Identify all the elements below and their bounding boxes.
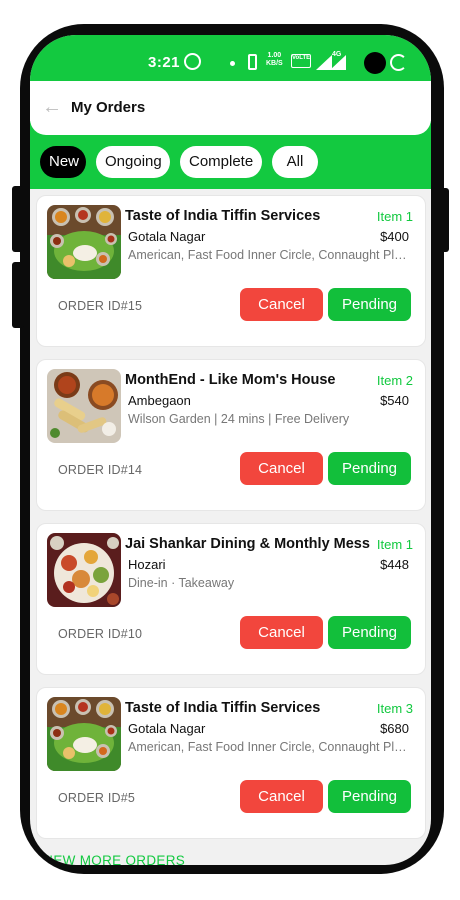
pending-button[interactable]: Pending <box>328 288 411 321</box>
loading-icon <box>390 54 407 71</box>
restaurant-name: MonthEnd - Like Mom's House <box>125 372 336 388</box>
notification-dot-icon <box>230 61 235 66</box>
front-camera <box>364 52 386 74</box>
status-bar: 3:21 1.00 KB/S VoLTE 4G <box>30 35 431 81</box>
item-count: Item 1 <box>376 537 413 552</box>
page-title: My Orders <box>71 99 146 116</box>
cancel-button[interactable]: Cancel <box>240 780 323 813</box>
item-count: Item 1 <box>376 209 413 224</box>
restaurant-location: Ambegaon <box>128 393 191 408</box>
network-speed-value: 1.00 <box>267 52 282 59</box>
app-header: ← My Orders <box>30 81 431 135</box>
restaurant-location: Hozari <box>128 557 166 572</box>
order-price: $400 <box>380 229 409 244</box>
back-arrow-icon[interactable]: ← <box>42 97 62 117</box>
order-id: ORDER ID#10 <box>58 627 143 641</box>
restaurant-location: Gotala Nagar <box>128 229 206 244</box>
order-id: ORDER ID#15 <box>58 299 143 313</box>
tab-ongoing[interactable]: Ongoing <box>96 146 170 178</box>
view-more-orders-link[interactable]: VIEW MORE ORDERS <box>40 853 185 865</box>
volte-icon: VoLTE <box>291 54 311 68</box>
network-type: 4G <box>332 51 342 58</box>
restaurant-description: American, Fast Food Inner Circle, Connau… <box>128 248 411 262</box>
tab-all[interactable]: All <box>272 146 318 178</box>
cancel-button[interactable]: Cancel <box>240 616 323 649</box>
volume-up-button <box>12 186 24 252</box>
cancel-button[interactable]: Cancel <box>240 288 323 321</box>
pending-button[interactable]: Pending <box>328 616 411 649</box>
order-card[interactable]: Taste of India Tiffin Services Item 1 Go… <box>36 195 426 347</box>
order-id: ORDER ID#5 <box>58 791 136 805</box>
vibrate-icon <box>248 54 257 70</box>
restaurant-name: Jai Shankar Dining & Monthly Mess <box>125 536 370 552</box>
platter-food-image <box>47 533 121 607</box>
whatsapp-icon <box>184 53 201 70</box>
order-card[interactable]: Taste of India Tiffin Services Item 3 Go… <box>36 687 426 839</box>
restaurant-description: Dine-in · Takeaway <box>128 576 235 590</box>
power-button <box>440 188 449 252</box>
curry-food-image <box>47 369 121 443</box>
volume-down-button <box>12 262 24 328</box>
restaurant-location: Gotala Nagar <box>128 721 206 736</box>
order-card[interactable]: MonthEnd - Like Mom's House Item 2 Ambeg… <box>36 359 426 511</box>
network-speed: 1.00 KB/S <box>266 52 283 68</box>
cancel-button[interactable]: Cancel <box>240 452 323 485</box>
order-price: $448 <box>380 557 409 572</box>
restaurant-description: American, Fast Food Inner Circle, Connau… <box>128 740 411 754</box>
order-filter-tabs: New Ongoing Complete All <box>40 146 318 178</box>
tab-complete[interactable]: Complete <box>180 146 262 178</box>
restaurant-name: Taste of India Tiffin Services <box>125 700 321 716</box>
order-card[interactable]: Jai Shankar Dining & Monthly Mess Item 1… <box>36 523 426 675</box>
thali-food-image <box>47 697 121 771</box>
restaurant-name: Taste of India Tiffin Services <box>125 208 321 224</box>
order-price: $540 <box>380 393 409 408</box>
order-id: ORDER ID#14 <box>58 463 143 477</box>
pending-button[interactable]: Pending <box>328 452 411 485</box>
order-price: $680 <box>380 721 409 736</box>
status-time: 3:21 <box>148 54 181 71</box>
item-count: Item 2 <box>376 373 413 388</box>
restaurant-description: Wilson Garden | 24 mins | Free Delivery <box>128 412 350 426</box>
item-count: Item 3 <box>376 701 413 716</box>
network-speed-unit: KB/S <box>266 60 283 67</box>
pending-button[interactable]: Pending <box>328 780 411 813</box>
screen: 3:21 1.00 KB/S VoLTE 4G ← My Orders New … <box>30 35 431 865</box>
thali-food-image <box>47 205 121 279</box>
tab-new[interactable]: New <box>40 146 86 178</box>
